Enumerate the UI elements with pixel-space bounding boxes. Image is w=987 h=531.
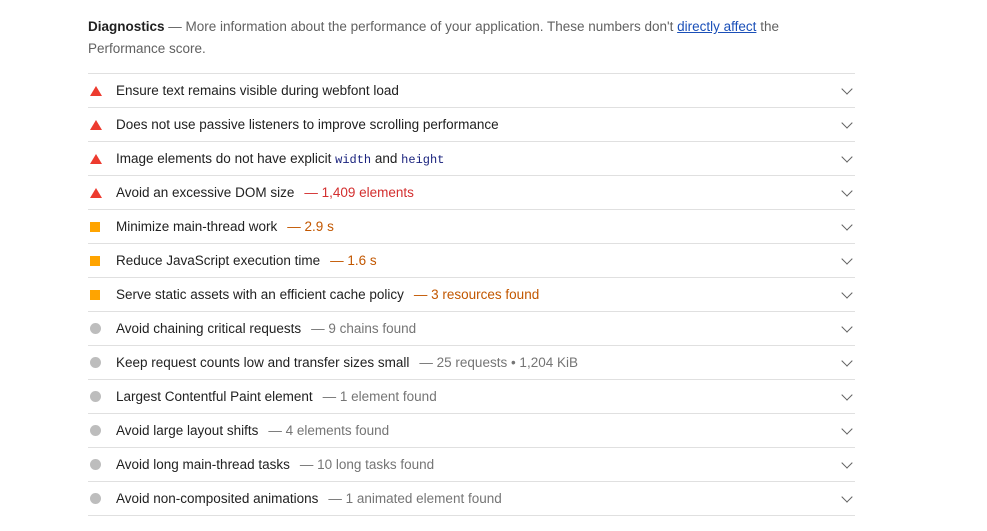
audit-row-long-tasks[interactable]: Avoid long main-thread tasks — 10 long t… (88, 448, 855, 482)
chevron-down-icon[interactable] (841, 321, 853, 333)
audit-row-dom-size[interactable]: Avoid an excessive DOM size — 1,409 elem… (88, 176, 855, 210)
audit-row-font-display[interactable]: Ensure text remains visible during webfo… (88, 74, 855, 108)
audit-display-value: — 25 requests • 1,204 KiB (419, 355, 578, 370)
diagnostics-header: Diagnostics — More information about the… (88, 16, 855, 60)
audit-display-value: — 1,409 elements (304, 185, 414, 200)
info-circle-icon (88, 357, 116, 368)
audit-row-lcp-element[interactable]: Largest Contentful Paint element — 1 ele… (88, 380, 855, 414)
chevron-down-icon[interactable] (841, 83, 853, 95)
info-circle-icon (88, 391, 116, 402)
audit-label: Reduce JavaScript execution time (116, 253, 321, 268)
audit-display-value: — 2.9 s (287, 219, 334, 234)
audit-row-layout-shifts[interactable]: Avoid large layout shifts — 4 elements f… (88, 414, 855, 448)
audit-display-value: — 9 chains found (311, 321, 417, 336)
average-square-icon (88, 221, 116, 232)
chevron-down-icon[interactable] (841, 117, 853, 129)
info-circle-icon (88, 323, 116, 334)
info-circle-icon (88, 425, 116, 436)
average-square-icon (88, 255, 116, 266)
chevron-down-icon[interactable] (841, 423, 853, 435)
audit-display-value: — 4 elements found (268, 423, 390, 438)
audit-label: Serve static assets with an efficient ca… (116, 287, 404, 302)
audit-display-value: — 10 long tasks found (299, 457, 435, 472)
audit-list: Ensure text remains visible during webfo… (88, 73, 855, 516)
chevron-down-icon[interactable] (841, 457, 853, 469)
audit-row-resource-summary[interactable]: Keep request counts low and transfer siz… (88, 346, 855, 380)
code-height: height (401, 152, 445, 167)
chevron-down-icon[interactable] (841, 287, 853, 299)
audit-display-value: — 1 animated element found (328, 491, 502, 506)
diagnostics-description: — More information about the performance… (164, 19, 678, 34)
audit-display-value: — 1.6 s (330, 253, 377, 268)
audit-row-cache-policy[interactable]: Serve static assets with an efficient ca… (88, 278, 855, 312)
audit-label: Largest Contentful Paint element (116, 389, 313, 404)
fail-triangle-icon (88, 119, 116, 130)
audit-label: Avoid chaining critical requests (116, 321, 302, 336)
average-square-icon (88, 289, 116, 300)
audit-label: Does not use passive listeners to improv… (116, 117, 499, 132)
audit-label-text: Image elements do not have explicit (116, 150, 336, 166)
diagnostics-title: Diagnostics (88, 19, 165, 34)
audit-label: Avoid an excessive DOM size (116, 185, 295, 200)
info-circle-icon (88, 459, 116, 470)
audit-row-critical-chains[interactable]: Avoid chaining critical requests — 9 cha… (88, 312, 855, 346)
audit-row-unsized-images[interactable]: Image elements do not have explicit widt… (88, 142, 855, 176)
chevron-down-icon[interactable] (841, 219, 853, 231)
audit-row-non-composited-animations[interactable]: Avoid non-composited animations — 1 anim… (88, 482, 855, 516)
audit-display-value: — 1 element found (322, 389, 437, 404)
audit-label: Ensure text remains visible during webfo… (116, 83, 399, 98)
code-width: width (335, 152, 372, 167)
audit-label: Avoid non-composited animations (116, 491, 319, 506)
audit-label: Avoid large layout shifts (116, 423, 259, 438)
fail-triangle-icon (88, 187, 116, 198)
chevron-down-icon[interactable] (841, 389, 853, 401)
audit-label: Minimize main-thread work (116, 219, 278, 234)
audit-row-bootup-time[interactable]: Reduce JavaScript execution time — 1.6 s (88, 244, 855, 278)
info-circle-icon (88, 493, 116, 504)
audit-label: Keep request counts low and transfer siz… (116, 355, 410, 370)
chevron-down-icon[interactable] (841, 491, 853, 503)
chevron-down-icon[interactable] (841, 151, 853, 163)
chevron-down-icon[interactable] (841, 185, 853, 197)
audit-row-mainthread-work[interactable]: Minimize main-thread work — 2.9 s (88, 210, 855, 244)
chevron-down-icon[interactable] (841, 253, 853, 265)
fail-triangle-icon (88, 85, 116, 96)
directly-affect-link[interactable]: directly affect (677, 19, 756, 34)
audit-display-value: — 3 resources found (413, 287, 540, 302)
diagnostics-section: Diagnostics — More information about the… (88, 16, 855, 516)
audit-label: Image elements do not have explicit widt… (116, 151, 444, 167)
chevron-down-icon[interactable] (841, 355, 853, 367)
audit-label: Avoid long main-thread tasks (116, 457, 290, 472)
audit-row-passive-listeners[interactable]: Does not use passive listeners to improv… (88, 108, 855, 142)
audit-label-text: and (371, 150, 402, 166)
fail-triangle-icon (88, 153, 116, 164)
